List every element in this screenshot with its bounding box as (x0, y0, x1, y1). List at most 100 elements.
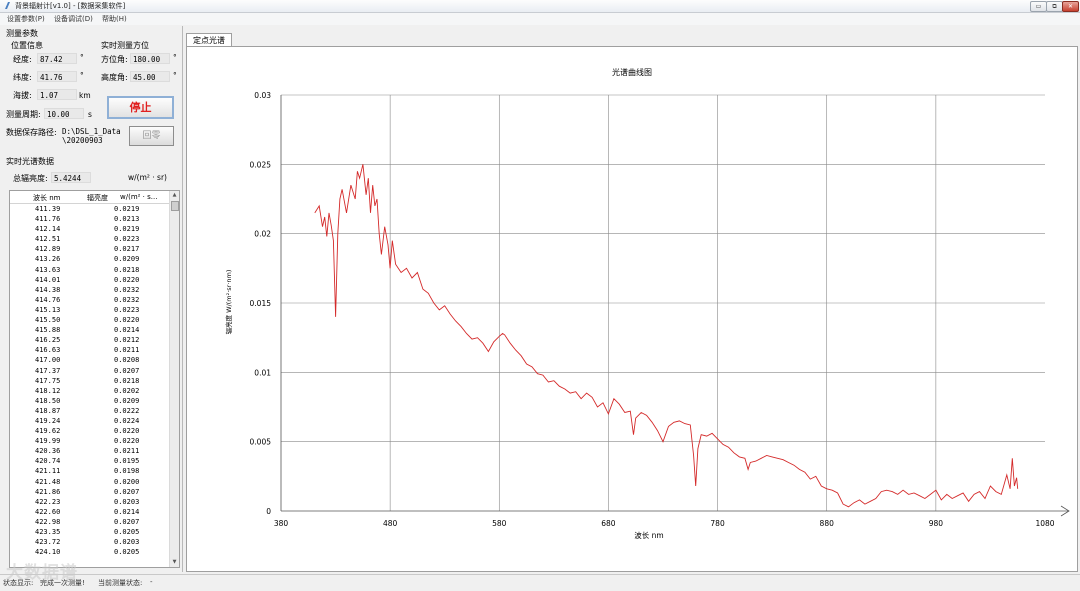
altitude-label: 海拔: (13, 91, 32, 100)
table-scrollbar[interactable]: ▲ ▼ (169, 191, 179, 567)
azimuth-field[interactable]: 180.00 (130, 53, 170, 64)
wavelength-cell: 419.24 (35, 416, 61, 425)
table-row[interactable]: 415.50 0.0220 (10, 315, 170, 325)
table-row[interactable]: 421.48 0.0200 (10, 477, 170, 487)
table-row[interactable]: 413.26 0.0209 (10, 254, 170, 264)
table-row[interactable]: 423.72 0.0203 (10, 537, 170, 547)
radiance-cell: 0.0195 (114, 457, 140, 466)
table-row[interactable]: 418.50 0.0209 (10, 396, 170, 406)
table-row[interactable]: 422.98 0.0207 (10, 517, 170, 527)
table-row[interactable]: 412.89 0.0217 (10, 244, 170, 254)
latitude-field[interactable]: 41.76 (37, 71, 77, 82)
total-radiance-field[interactable]: 5.4244 (51, 172, 91, 183)
wavelength-cell: 422.98 (35, 517, 61, 526)
y-tick-label: 0.03 (254, 91, 271, 100)
wavelength-cell: 412.89 (35, 245, 61, 254)
wavelength-cell: 420.36 (35, 447, 61, 456)
table-row[interactable]: 414.01 0.0220 (10, 275, 170, 285)
table-row[interactable]: 417.00 0.0208 (10, 355, 170, 365)
altitude-unit: km (79, 91, 91, 100)
table-row[interactable]: 411.76 0.0213 (10, 214, 170, 224)
scroll-down-icon[interactable]: ▼ (170, 558, 179, 567)
spectrum-section-title: 实时光谱数据 (6, 157, 54, 166)
table-row[interactable]: 419.99 0.0220 (10, 436, 170, 446)
scroll-thumb[interactable] (171, 201, 179, 211)
radiance-cell: 0.0223 (114, 305, 140, 314)
table-row[interactable]: 422.23 0.0203 (10, 497, 170, 507)
status-bar: 状态显示: 完成一次测量! 当前测量状态: - (0, 574, 1080, 591)
radiance-cell: 0.0207 (114, 517, 140, 526)
stop-button[interactable]: 停止 (107, 96, 174, 119)
radiance-cell: 0.0205 (114, 528, 140, 536)
wavelength-cell: 417.00 (35, 356, 61, 365)
menu-help[interactable]: 帮助(H) (102, 14, 127, 24)
table-row[interactable]: 423.35 0.0205 (10, 527, 170, 537)
column-header-radiance[interactable]: 辐亮度 (87, 193, 108, 203)
x-tick-label: 680 (601, 519, 616, 528)
table-row[interactable]: 416.63 0.0211 (10, 345, 170, 355)
scroll-up-icon[interactable]: ▲ (170, 191, 179, 200)
chart-panel: 380 480 580 680 780 880 980 1080 0 0.005 0.01 0.015… (186, 46, 1078, 572)
tab-fixed-point-spectrum[interactable]: 定点光谱 (186, 33, 232, 47)
wavelength-cell: 416.25 (35, 336, 61, 345)
table-row[interactable]: 421.86 0.0207 (10, 487, 170, 497)
radiance-cell: 0.0212 (114, 336, 140, 345)
table-row[interactable]: 414.76 0.0232 (10, 295, 170, 305)
wavelength-cell: 414.38 (35, 285, 61, 294)
wavelength-cell: 420.74 (35, 457, 61, 466)
column-header-wavelength[interactable]: 波长 nm (33, 193, 60, 203)
table-row[interactable]: 419.62 0.0220 (10, 426, 170, 436)
table-row[interactable]: 422.60 0.0214 (10, 507, 170, 517)
radiance-cell: 0.0223 (114, 235, 140, 244)
radiance-cell: 0.0208 (114, 356, 140, 365)
table-row[interactable]: 416.25 0.0212 (10, 335, 170, 345)
azimuth-unit: ° (173, 53, 177, 62)
longitude-field[interactable]: 87.42 (37, 53, 77, 64)
radiance-cell: 0.0209 (114, 396, 140, 405)
altitude-field[interactable]: 1.07 (37, 89, 77, 100)
table-row[interactable]: 418.12 0.0202 (10, 386, 170, 396)
wavelength-cell: 411.76 (35, 215, 61, 224)
spectrum-table[interactable]: 波长 nm 辐亮度 w/(m² · s... 411.39 0.0219 411.7… (9, 190, 180, 568)
menu-settings[interactable]: 设置参数(P) (7, 14, 45, 24)
chart-title: 光谱曲线图 (612, 67, 652, 77)
table-row[interactable]: 420.74 0.0195 (10, 456, 170, 466)
restore-button[interactable]: ⧉ (1046, 1, 1063, 12)
table-row[interactable]: 414.38 0.0232 (10, 285, 170, 295)
table-row[interactable]: 418.87 0.0222 (10, 406, 170, 416)
minimize-button[interactable]: ▭ (1030, 1, 1047, 12)
table-row[interactable]: 413.63 0.0218 (10, 265, 170, 275)
table-row[interactable]: 412.14 0.0219 (10, 224, 170, 234)
table-row[interactable]: 421.11 0.0198 (10, 466, 170, 476)
period-field[interactable]: 10.00 (44, 108, 84, 119)
params-section-title: 测量参数 (6, 29, 38, 38)
save-path-value: D:\DSL_1_Data \20200903 (62, 127, 121, 145)
chart-ticks: 380 480 580 680 780 880 980 1080 0 0.005 0.01 0.015… (250, 91, 1055, 528)
elevation-field[interactable]: 45.00 (130, 71, 170, 82)
direction-group-title: 实时测量方位 (101, 41, 149, 50)
close-button[interactable]: ✕ (1062, 1, 1079, 12)
table-row[interactable]: 424.10 0.0205 (10, 547, 170, 557)
column-header-unit[interactable]: w/(m² · s... (120, 193, 157, 201)
menu-device-debug[interactable]: 设备调试(D) (54, 14, 93, 24)
table-row[interactable]: 415.88 0.0214 (10, 325, 170, 335)
table-row[interactable]: 415.13 0.0223 (10, 305, 170, 315)
table-row[interactable]: 412.51 0.0223 (10, 234, 170, 244)
wavelength-cell: 421.11 (35, 467, 61, 476)
longitude-unit: ° (80, 53, 84, 62)
status-label: 状态显示: (3, 579, 34, 587)
table-row[interactable]: 417.75 0.0218 (10, 376, 170, 386)
table-row[interactable]: 417.37 0.0207 (10, 366, 170, 376)
x-tick-label: 580 (492, 519, 507, 528)
zero-button[interactable]: 回零 (129, 126, 174, 146)
wavelength-cell: 422.60 (35, 507, 61, 516)
table-row[interactable]: 419.24 0.0224 (10, 416, 170, 426)
table-row[interactable]: 411.39 0.0219 (10, 204, 170, 214)
radiance-cell: 0.0220 (114, 275, 140, 284)
radiance-cell: 0.0220 (114, 316, 140, 325)
table-row[interactable]: 420.36 0.0211 (10, 446, 170, 456)
total-radiance-label: 总辐亮度: (13, 174, 48, 183)
elevation-unit: ° (173, 71, 177, 80)
wavelength-cell: 424.10 (35, 548, 61, 557)
save-path-label: 数据保存路径: (6, 128, 57, 137)
